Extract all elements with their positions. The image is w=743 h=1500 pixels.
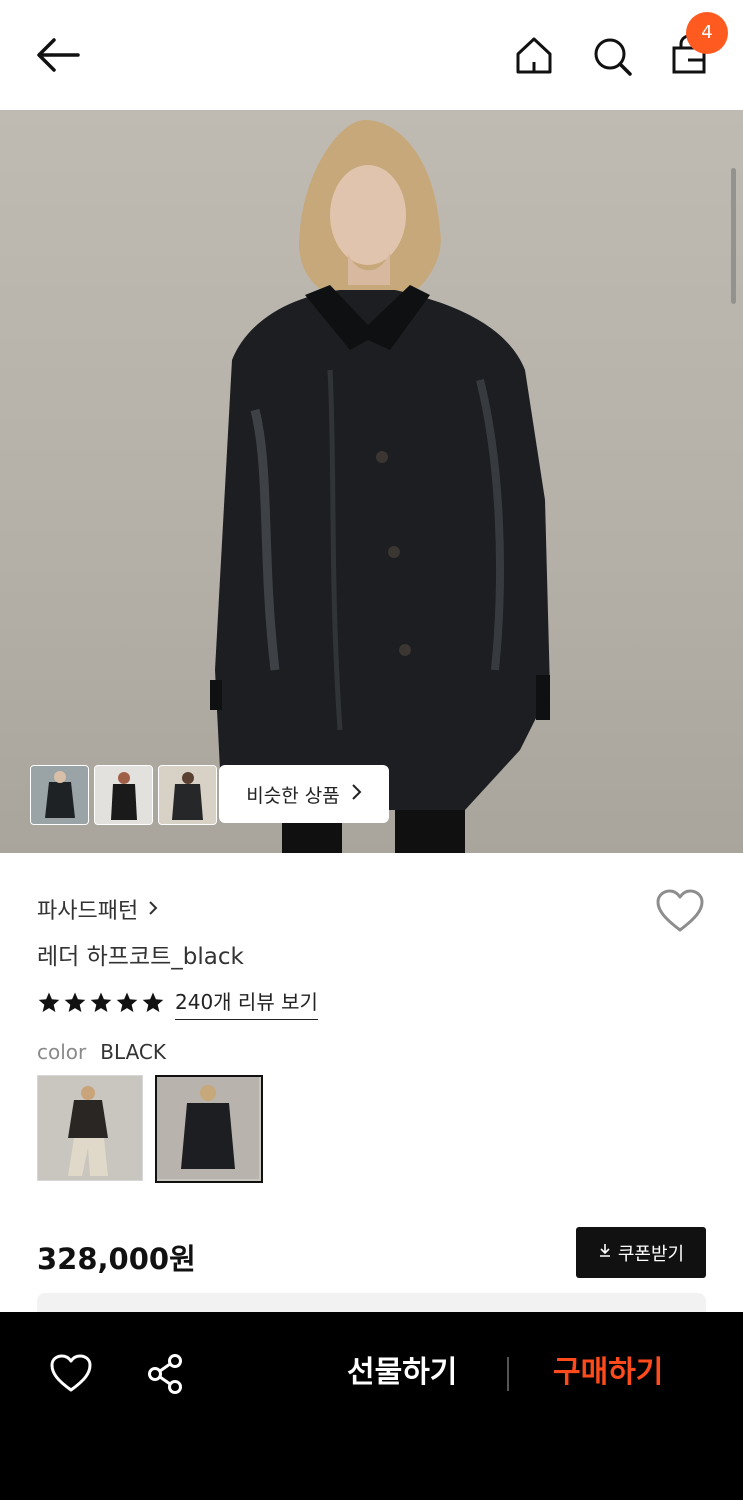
thumbnail-2[interactable] [94,765,153,825]
rating-stars [37,991,165,1015]
star-icon [116,992,138,1012]
bottom-action-bar [0,1312,743,1500]
product-title: 레더 하프코트_black [37,944,244,970]
buy-button[interactable]: 구매하기 [553,1351,683,1395]
gift-button[interactable]: 선물하기 [347,1351,467,1395]
brand-link[interactable]: 파사드패턴 [37,893,158,925]
review-count-link[interactable]: 240개 리뷰 보기 [175,986,318,1020]
product-price: 328,000원 [37,1242,196,1276]
color-label: color [37,1040,87,1064]
color-swatches [37,1075,263,1183]
similar-products-label: 비슷한 상품 [246,784,340,807]
info-card-top [37,1293,706,1313]
thumbnail-3[interactable] [158,765,217,825]
like-heart-icon[interactable] [48,1352,94,1396]
star-icon [90,992,112,1012]
color-option-row: color BLACK [37,1040,166,1064]
search-icon[interactable] [586,30,638,82]
image-thumbnails [30,765,217,825]
cart-count-badge: 4 [686,12,728,54]
thumbnail-1[interactable] [30,765,89,825]
home-icon[interactable] [508,30,560,82]
brand-name: 파사드패턴 [37,899,139,924]
chevron-right-icon [148,897,158,922]
page-scrollbar[interactable] [731,168,736,304]
get-coupon-button[interactable]: 쿠폰받기 [576,1227,706,1278]
rating-row: 240개 리뷰 보기 [37,986,318,1020]
heart-icon[interactable] [654,888,706,936]
download-icon [598,1242,612,1263]
product-main-image[interactable] [0,110,743,853]
color-value: BLACK [100,1040,166,1064]
similar-products-button[interactable]: 비슷한 상품 [219,765,389,823]
color-swatch-1[interactable] [37,1075,143,1181]
top-app-bar: 4 [0,0,743,110]
back-arrow-icon[interactable] [30,30,86,80]
share-icon[interactable] [143,1352,189,1396]
chevron-right-icon [350,783,362,806]
star-icon [64,992,86,1012]
star-icon [38,992,60,1012]
action-divider [507,1357,509,1391]
star-icon [142,992,164,1012]
coupon-label: 쿠폰받기 [617,1243,685,1265]
color-swatch-2-selected[interactable] [155,1075,263,1183]
